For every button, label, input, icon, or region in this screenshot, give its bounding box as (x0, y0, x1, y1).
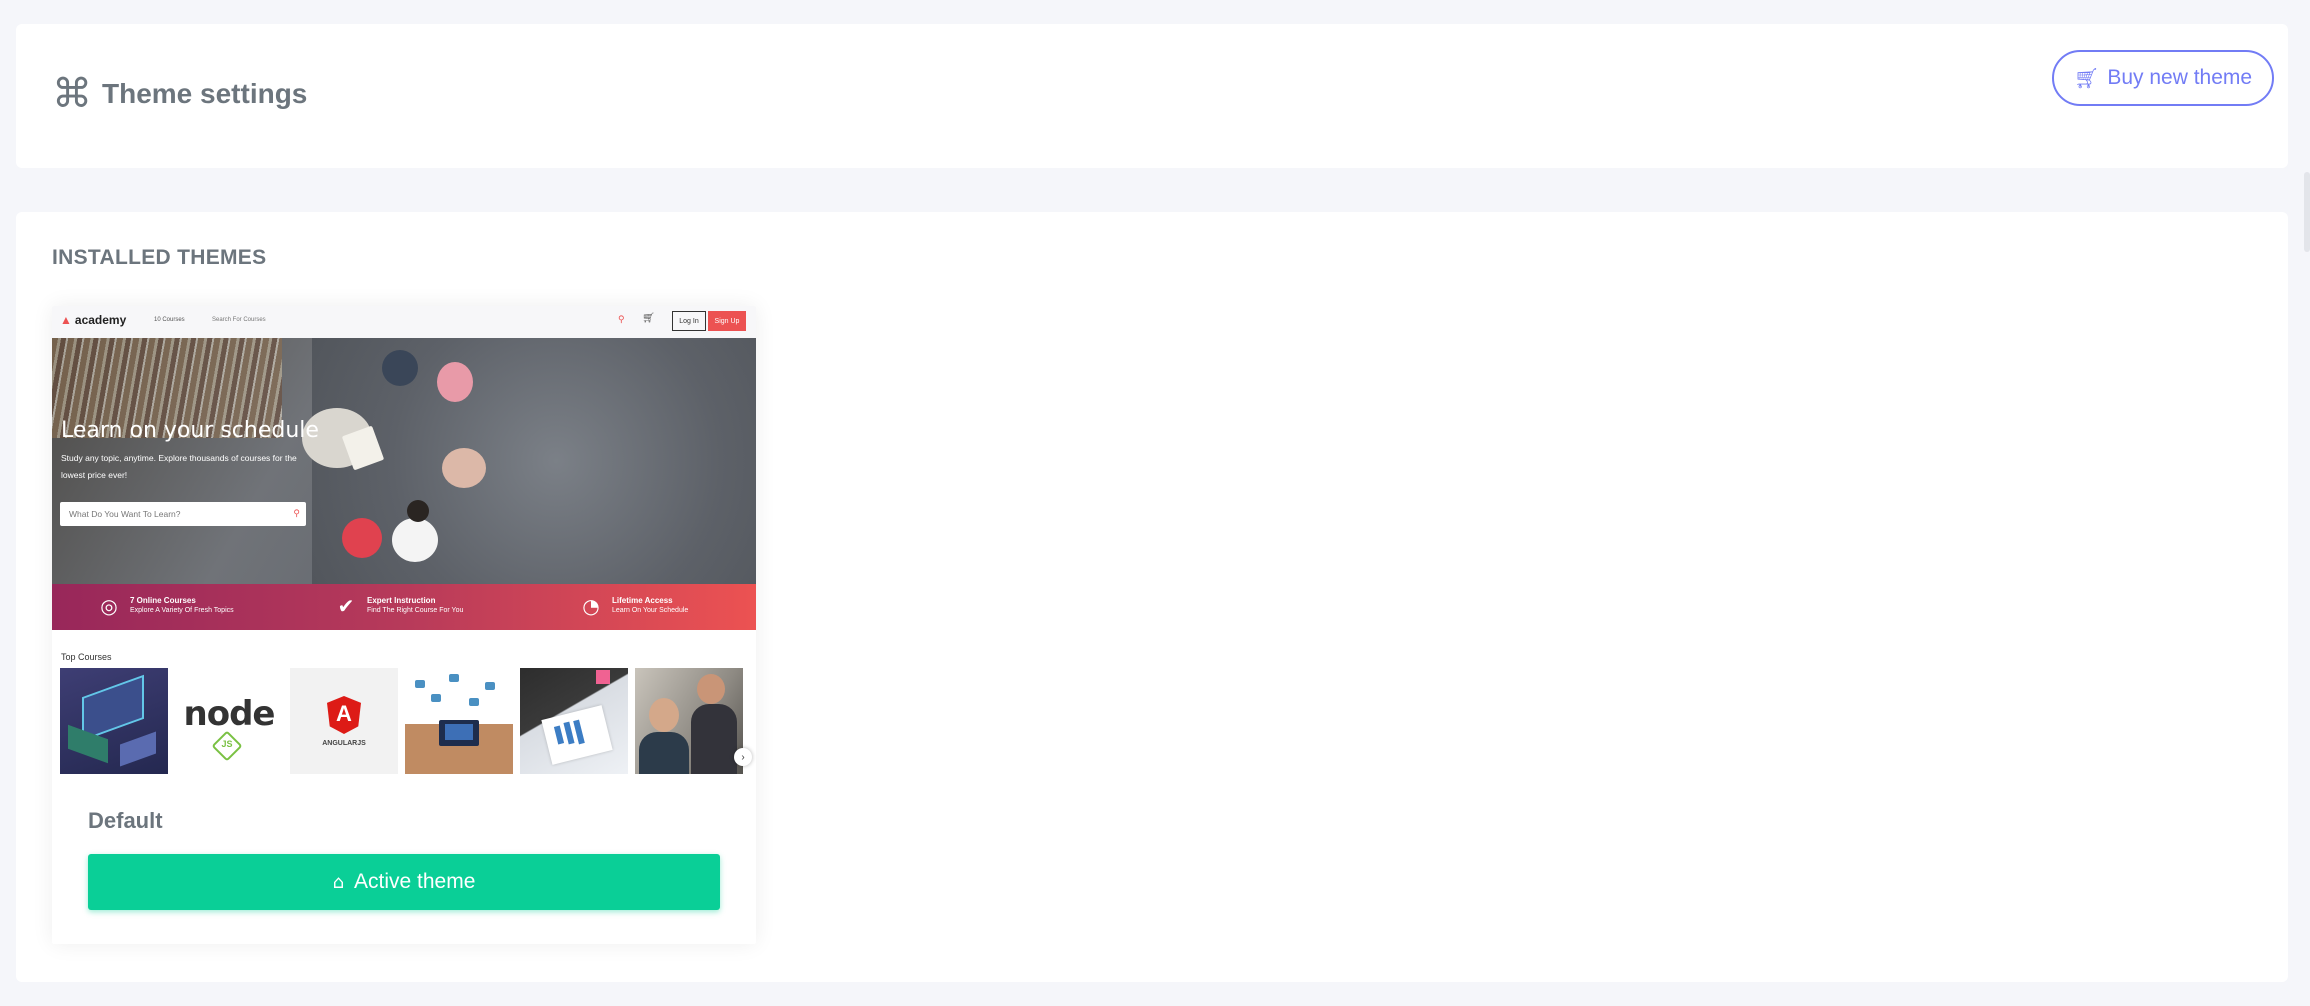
preview-features-bar: ◎ 7 Online Courses Explore A Variety Of … (52, 584, 756, 630)
feature-subtitle: Explore A Variety Of Fresh Topics (130, 607, 234, 614)
preview-hero-title: Learn on your schedule (61, 418, 319, 443)
feature-title: 7 Online Courses (130, 596, 196, 605)
child-figure (442, 448, 486, 488)
home-icon: ⌂ (332, 871, 345, 893)
target-icon: ◎ (100, 594, 118, 618)
angular-label: ANGULARJS (322, 740, 366, 747)
feature-title: Lifetime Access (612, 596, 673, 605)
feature-item: ◎ 7 Online Courses Explore A Variety Of … (98, 594, 234, 618)
analytics-thumbnail (520, 668, 628, 774)
team-thumbnail (635, 668, 743, 774)
child-figure (392, 518, 438, 562)
section-title: INSTALLED THEMES (52, 246, 267, 269)
preview-signup-button: Sign Up (708, 311, 746, 331)
js-badge: JS (221, 739, 233, 749)
feature-title: Expert Instruction (367, 596, 436, 605)
child-figure (382, 350, 418, 386)
child-figure (342, 518, 382, 558)
feature-subtitle: Learn On Your Schedule (612, 607, 689, 614)
preview-login-button: Log In (672, 311, 706, 331)
page-header-card (16, 24, 2288, 168)
logo-icon: ▲ (60, 313, 72, 327)
preview-logo: ▲ academy (60, 313, 126, 327)
preview-hero: Learn on your schedule Study any topic, … (52, 338, 756, 584)
preview-navbar: ▲ academy 10 Courses Search For Courses … (52, 306, 756, 338)
search-icon: ⚲ (618, 314, 625, 324)
preview-courses-link: 10 Courses (154, 317, 185, 323)
preview-hero-search: What Do You Want To Learn? ⚲ (60, 502, 306, 526)
check-icon: ✔ (337, 594, 355, 618)
feature-subtitle: Find The Right Course For You (367, 607, 464, 614)
cart-icon: 🛒︎ (2073, 66, 2100, 90)
angularjs-thumbnail: A ANGULARJS (290, 668, 398, 774)
theme-name: Default (88, 808, 163, 833)
preview-search: Search For Courses (212, 317, 266, 323)
child-figure (407, 500, 429, 522)
node-logo: node (183, 694, 276, 734)
feature-item: ✔ Expert Instruction Find The Right Cour… (335, 594, 464, 618)
page-title: ⌘ Theme settings (52, 74, 307, 114)
node-js-thumbnail: node JS (175, 668, 283, 774)
web-dev-thumbnail (60, 668, 168, 774)
page-title-text: Theme settings (102, 78, 308, 109)
preview-course-tiles: node JS A ANGULARJS (60, 668, 743, 774)
cart-icon: 🛒︎ (642, 313, 655, 324)
theme-preview: ▲ academy 10 Courses Search For Courses … (52, 306, 756, 776)
programming-thumbnail (405, 668, 513, 774)
preview-top-courses-label: Top Courses (61, 652, 112, 662)
active-theme-label: Active theme (354, 870, 476, 893)
hero-photo (302, 338, 756, 584)
scrollbar[interactable] (2304, 172, 2310, 252)
hero-search-placeholder: What Do You Want To Learn? (69, 509, 181, 519)
child-figure (437, 362, 473, 402)
buy-new-theme-button[interactable]: 🛒︎ Buy new theme (2052, 50, 2274, 106)
theme-card-default: ▲ academy 10 Courses Search For Courses … (52, 306, 756, 944)
logo-text: academy (74, 313, 127, 327)
search-icon: ⚲ (293, 508, 300, 518)
buy-new-theme-label: Buy new theme (2107, 66, 2253, 89)
chevron-right-icon: › (734, 748, 752, 766)
clock-icon: ◔ (582, 594, 600, 618)
command-icon: ⌘ (52, 71, 92, 117)
feature-item: ◔ Lifetime Access Learn On Your Schedule (580, 594, 688, 618)
preview-hero-text: Study any topic, anytime. Explore thousa… (61, 453, 297, 480)
active-theme-button[interactable]: ⌂ Active theme (88, 854, 720, 910)
